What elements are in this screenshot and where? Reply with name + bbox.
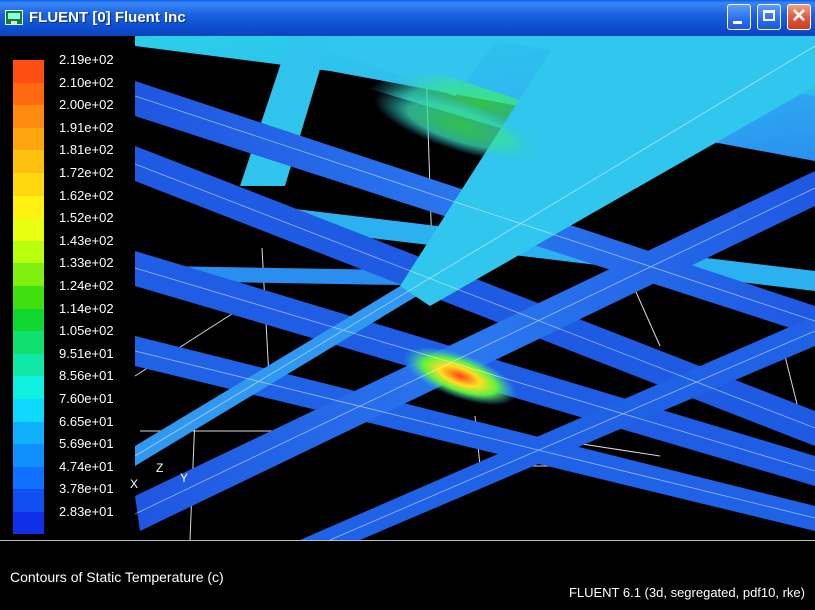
colorbar-label: 2.19e+02	[59, 52, 114, 67]
colorbar-swatch	[13, 489, 44, 512]
colorbar-label: 9.51e+01	[59, 345, 114, 361]
colorbar-swatch	[13, 308, 44, 332]
temperature-colorbar	[13, 60, 44, 535]
close-icon: ✕	[791, 6, 807, 27]
axis-y-label: Y	[180, 471, 189, 485]
colorbar-label: 1.43e+02	[59, 232, 114, 248]
minimize-button[interactable]	[727, 4, 751, 30]
title-bar[interactable]: FLUENT [0] Fluent Inc ✕	[0, 0, 815, 36]
graphics-status-bar: Contours of Static Temperature (c) FLUEN…	[0, 540, 815, 610]
colorbar-swatch	[13, 466, 44, 490]
colorbar-label: 1.72e+02	[59, 165, 114, 180]
colorbar-swatch	[13, 263, 44, 286]
temperature-contour-scene	[134, 36, 815, 540]
colorbar-swatch	[13, 331, 44, 354]
axis-z-label: Z	[156, 461, 164, 475]
colorbar-swatches	[13, 60, 44, 535]
colorbar-swatch	[13, 444, 44, 467]
close-button[interactable]: ✕	[787, 4, 811, 30]
window-title: FLUENT [0] Fluent Inc	[29, 9, 186, 26]
colorbar-label: 7.60e+01	[59, 391, 114, 406]
fluent-app-icon[interactable]	[5, 10, 23, 25]
colorbar-swatch	[13, 172, 44, 196]
colorbar-swatch	[13, 105, 44, 128]
colorbar-swatch	[13, 398, 44, 422]
graphics-viewport[interactable]: 2.19e+02 2.10e+02 2.00e+02 1.91e+02 1.81e+02…	[0, 36, 815, 540]
colorbar-label: 6.65e+01	[59, 413, 114, 429]
colorbar-swatch	[13, 511, 44, 535]
colorbar-label: 2.83e+01	[59, 504, 114, 519]
plot-description: Contours of Static Temperature (c)	[10, 569, 224, 585]
minimize-icon	[733, 21, 742, 24]
colorbar-label: 1.24e+02	[59, 278, 114, 293]
colorbar-label: 1.33e+02	[59, 255, 114, 271]
maximize-button[interactable]	[757, 4, 781, 30]
colorbar-label: 1.05e+02	[59, 323, 114, 339]
colorbar-label: 2.00e+02	[59, 97, 114, 113]
colorbar-swatch	[13, 82, 44, 106]
colorbar-swatch	[13, 353, 44, 377]
colorbar-label: 1.81e+02	[59, 142, 114, 158]
colorbar-swatch	[13, 195, 44, 219]
colorbar-label: 8.56e+01	[59, 368, 114, 384]
colorbar-label: 1.62e+02	[59, 187, 114, 203]
colorbar-label: 1.52e+02	[59, 210, 114, 226]
axis-x-label: X	[130, 477, 139, 491]
colorbar-swatch	[13, 60, 44, 83]
colorbar-label: 4.74e+01	[59, 458, 114, 474]
colorbar-swatch	[13, 240, 44, 264]
solver-info: FLUENT 6.1 (3d, segregated, pdf10, rke)	[568, 585, 805, 600]
colorbar-swatch	[13, 285, 44, 309]
colorbar-swatch	[13, 127, 44, 151]
colorbar-label: 5.69e+01	[59, 436, 114, 452]
colorbar-label: 3.78e+01	[59, 481, 114, 497]
colorbar-swatch	[13, 376, 44, 399]
colorbar-label: 1.14e+02	[59, 300, 114, 316]
colorbar-swatch	[13, 421, 44, 445]
maximize-icon	[763, 10, 775, 21]
colorbar-label: 2.10e+02	[59, 74, 114, 90]
colorbar-label: 1.91e+02	[59, 119, 114, 135]
colorbar-swatch	[13, 150, 44, 173]
colorbar-swatch	[13, 218, 44, 241]
